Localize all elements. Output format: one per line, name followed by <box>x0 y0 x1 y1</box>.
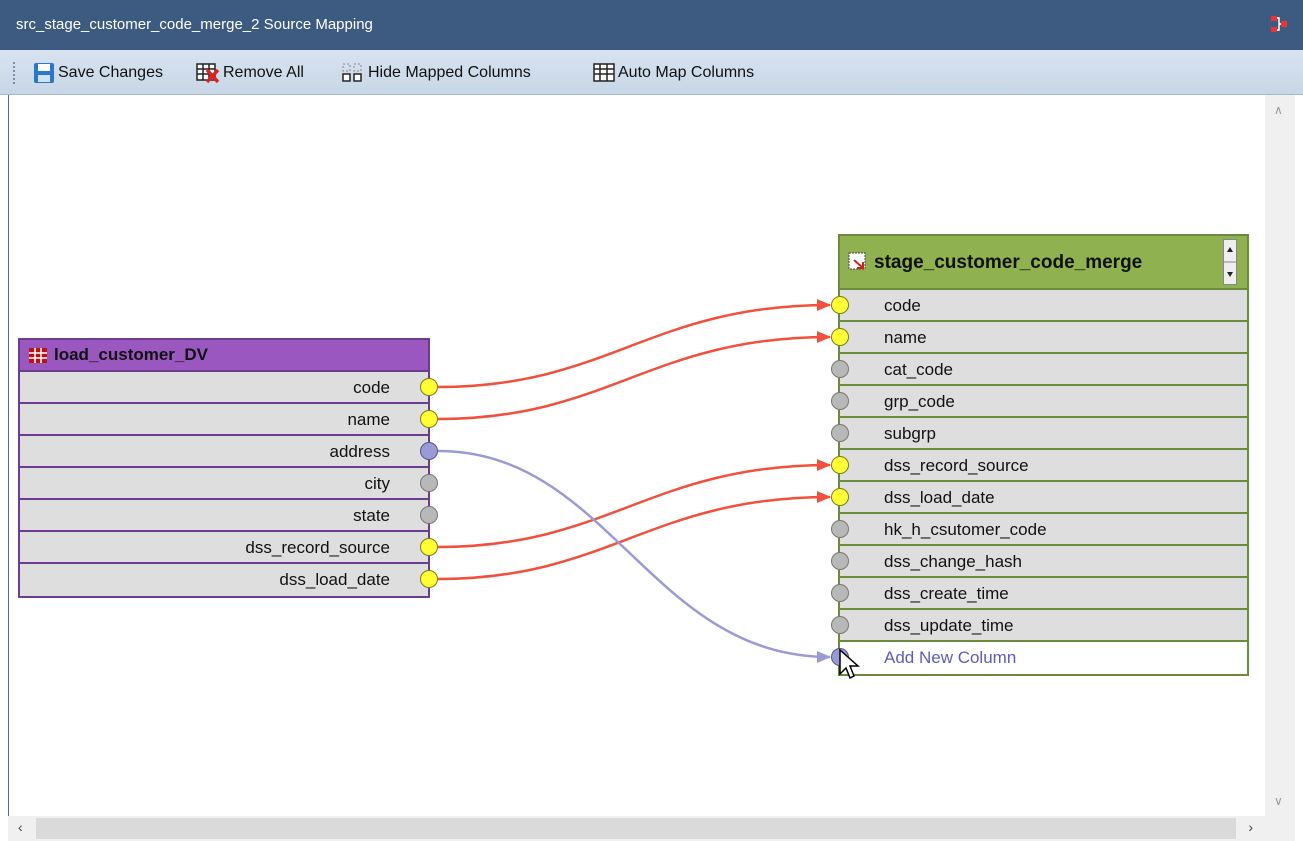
hide-mapped-columns-label: Hide Mapped Columns <box>368 64 531 81</box>
source-connector-icon[interactable] <box>420 474 438 492</box>
target-column-row[interactable]: dss_record_source <box>831 450 1247 482</box>
target-column-name: hk_h_csutomer_code <box>884 520 1047 539</box>
target-column-name: code <box>884 296 921 315</box>
source-connector-icon[interactable] <box>420 378 438 396</box>
mouse-cursor-icon <box>839 648 860 680</box>
target-column-row[interactable]: name <box>831 322 1247 354</box>
target-column-name: dss_change_hash <box>884 552 1023 571</box>
target-connector-icon[interactable] <box>831 296 849 314</box>
scroll-right-icon[interactable]: › <box>1248 819 1253 835</box>
source-column-row[interactable]: dss_record_source <box>20 532 438 564</box>
remove-all-label: Remove All <box>223 64 304 81</box>
target-connector-icon[interactable] <box>831 456 849 474</box>
source-column-row[interactable]: state <box>20 500 438 532</box>
target-connector-icon[interactable] <box>831 360 849 378</box>
target-column-row[interactable]: subgrp <box>831 418 1247 450</box>
target-column-row[interactable]: cat_code <box>831 354 1247 386</box>
target-connector-icon[interactable] <box>831 616 849 634</box>
toolbar: Save Changes Remove All Hide Mapped Colu… <box>0 50 1303 95</box>
source-column-name: code <box>353 378 390 397</box>
target-column-row[interactable]: grp_code <box>831 386 1247 418</box>
source-connector-icon[interactable] <box>420 570 438 588</box>
hide-mapped-icon <box>342 63 362 82</box>
save-changes-label: Save Changes <box>58 64 163 81</box>
target-table-header[interactable]: stage_customer_code_merge <box>840 236 1247 290</box>
save-icon <box>34 63 54 83</box>
scroll-left-icon[interactable]: ‹ <box>18 819 23 835</box>
target-column-row[interactable]: dss_change_hash <box>831 546 1247 578</box>
target-column-row[interactable]: dss_create_time <box>831 578 1247 610</box>
toolbar-grip[interactable] <box>13 62 16 84</box>
stage-table-icon <box>848 252 866 270</box>
save-changes-button[interactable]: Save Changes <box>33 60 163 86</box>
add-new-column-label: Add New Column <box>884 648 1017 667</box>
target-connector-icon[interactable] <box>831 424 849 442</box>
auto-map-columns-button[interactable]: Auto Map Columns <box>593 60 754 86</box>
source-column-name: city <box>364 474 391 493</box>
source-table[interactable]: load_customer_DV code name address city stat… <box>18 338 438 598</box>
target-connector-icon[interactable] <box>831 392 849 410</box>
target-column-name: subgrp <box>884 424 936 443</box>
target-column-name: dss_update_time <box>884 616 1014 635</box>
add-new-column-row[interactable]: Add New Column <box>831 642 1247 674</box>
spinner-arrows-icon <box>1224 247 1236 277</box>
vertical-scrollbar[interactable]: ∧ ∨ <box>1265 95 1295 816</box>
target-table-scroll-spinner[interactable] <box>1223 239 1237 285</box>
source-column-name: state <box>353 506 390 525</box>
source-connector-icon[interactable] <box>420 410 438 428</box>
remove-all-icon <box>196 63 220 84</box>
target-column-row[interactable]: hk_h_csutomer_code <box>831 514 1247 546</box>
target-column-row[interactable]: dss_update_time <box>831 610 1247 642</box>
source-table-header[interactable]: load_customer_DV <box>20 340 428 372</box>
hide-mapped-columns-button[interactable]: Hide Mapped Columns <box>341 60 531 86</box>
scroll-up-icon[interactable]: ∧ <box>1274 103 1283 117</box>
target-table-name: stage_customer_code_merge <box>874 252 1143 273</box>
remove-all-button[interactable]: Remove All <box>196 60 304 86</box>
target-connector-icon[interactable] <box>831 328 849 346</box>
target-column-name: grp_code <box>884 392 955 411</box>
target-column-row[interactable]: code <box>831 290 1247 322</box>
scrollbar-corner <box>1265 816 1295 841</box>
target-connector-icon[interactable] <box>831 520 849 538</box>
target-table[interactable]: stage_customer_code_merge code name cat_co… <box>831 234 1249 676</box>
source-table-name: load_customer_DV <box>54 345 208 364</box>
target-column-name: cat_code <box>884 360 953 379</box>
auto-map-columns-label: Auto Map Columns <box>618 64 755 81</box>
source-column-row[interactable]: code <box>20 372 438 404</box>
target-connector-icon[interactable] <box>831 584 849 602</box>
source-connector-icon[interactable] <box>420 506 438 524</box>
source-column-name: name <box>347 410 390 429</box>
horizontal-scrollbar[interactable]: ‹ › <box>8 816 1265 841</box>
target-column-row[interactable]: dss_load_date <box>831 482 1247 514</box>
target-column-name: dss_load_date <box>884 488 995 507</box>
source-column-row[interactable]: dss_load_date <box>20 564 438 596</box>
window-title: src_stage_customer_code_merge_2 Source M… <box>16 16 373 33</box>
target-column-name: dss_record_source <box>884 456 1029 475</box>
target-connector-icon[interactable] <box>831 552 849 570</box>
auto-map-icon <box>593 63 615 82</box>
source-column-row[interactable]: name <box>20 404 438 436</box>
source-column-name: dss_record_source <box>245 538 390 557</box>
scroll-down-icon[interactable]: ∨ <box>1274 794 1283 808</box>
source-column-row[interactable]: city <box>20 468 438 500</box>
source-column-row[interactable]: address <box>20 436 438 468</box>
mapping-icon <box>1271 16 1287 32</box>
source-column-name: address <box>329 442 390 461</box>
source-column-name: dss_load_date <box>279 570 390 589</box>
target-column-name: name <box>884 328 927 347</box>
target-connector-icon[interactable] <box>831 488 849 506</box>
source-connector-icon[interactable] <box>420 442 438 460</box>
table-icon <box>29 348 47 363</box>
title-bar: src_stage_customer_code_merge_2 Source M… <box>0 0 1303 50</box>
horizontal-scroll-thumb[interactable] <box>36 818 1236 839</box>
source-connector-icon[interactable] <box>420 538 438 556</box>
target-column-name: dss_create_time <box>884 584 1009 603</box>
